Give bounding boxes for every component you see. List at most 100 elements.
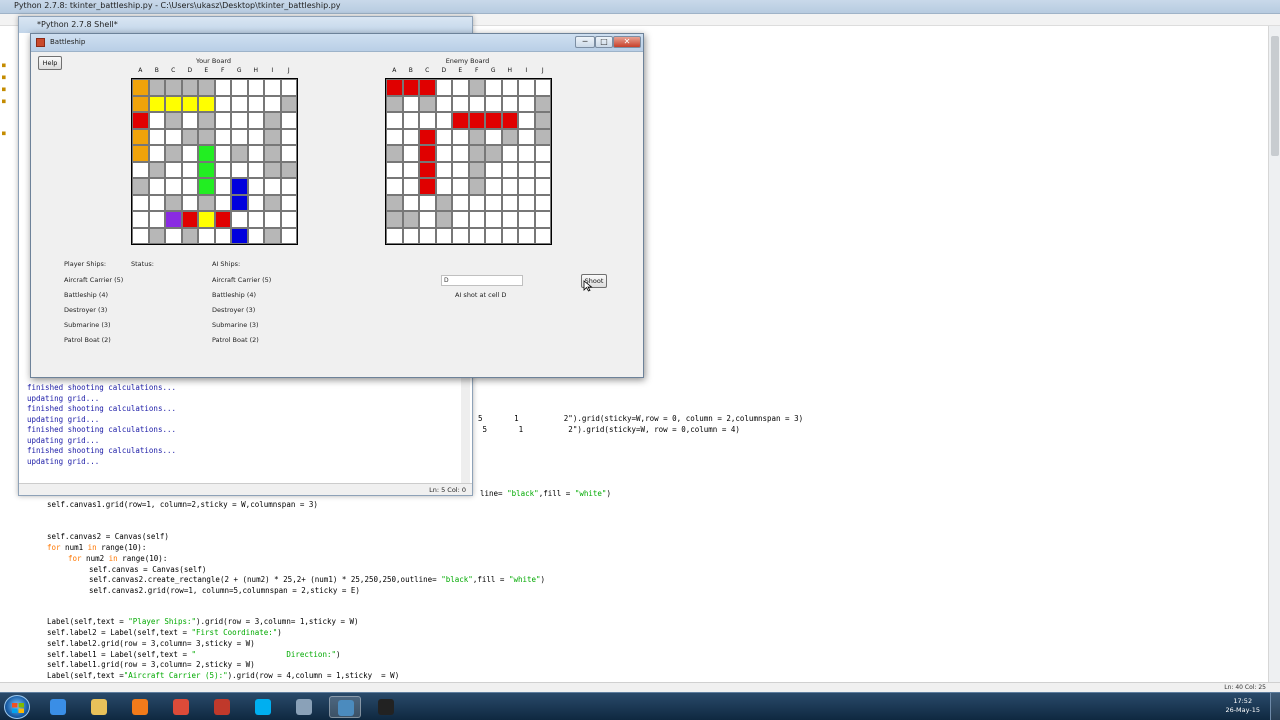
board-cell-c7[interactable] [419, 178, 436, 195]
board-cell-d6[interactable] [435, 161, 452, 178]
code-line[interactable]: self.label2.grid(row = 3,column= 3,stick… [47, 639, 255, 648]
board-cell-d3[interactable] [435, 112, 452, 129]
board-cell-f10[interactable] [468, 227, 485, 244]
board-cell-b7[interactable] [402, 178, 419, 195]
maximize-button[interactable]: □ [595, 36, 613, 48]
taskbar-button[interactable] [42, 696, 74, 718]
board-cell-j6[interactable] [534, 161, 551, 178]
board-cell-b1[interactable] [402, 79, 419, 96]
editor-titlebar[interactable]: Python 2.7.8: tkinter_battleship.py - C:… [0, 0, 1280, 14]
board-cell-a2[interactable] [386, 95, 403, 112]
board-cell-h10[interactable] [501, 227, 518, 244]
board-cell-h7[interactable] [501, 178, 518, 195]
board-cell-g10[interactable] [485, 227, 502, 244]
code-line[interactable]: self.label1 = Label(self,text = " Direct… [47, 650, 341, 659]
shell-titlebar[interactable]: *Python 2.7.8 Shell* [19, 17, 472, 33]
board-cell-g3[interactable] [485, 112, 502, 129]
board-cell-a8[interactable] [386, 194, 403, 211]
code-fragment[interactable]: line= "black",fill = "white") [480, 489, 611, 498]
board-cell-a7[interactable] [386, 178, 403, 195]
board-cell-f3[interactable] [468, 112, 485, 129]
board-cell-i6[interactable] [518, 161, 535, 178]
board-cell-d10[interactable] [435, 227, 452, 244]
board-cell-i8[interactable] [518, 194, 535, 211]
board-cell-f9[interactable] [468, 211, 485, 228]
taskbar-button[interactable] [288, 696, 320, 718]
board-cell-a6[interactable] [386, 161, 403, 178]
board-cell-h8[interactable] [501, 194, 518, 211]
enemy-board-grid[interactable] [385, 78, 552, 245]
board-cell-i10[interactable] [518, 227, 535, 244]
board-cell-e4[interactable] [452, 128, 469, 145]
board-cell-j1[interactable] [534, 79, 551, 96]
board-cell-h1[interactable] [501, 79, 518, 96]
board-cell-f7[interactable] [468, 178, 485, 195]
code-line[interactable]: 5 1 2").grid(sticky=W,row = 0, column = … [478, 414, 803, 423]
board-cell-e8[interactable] [452, 194, 469, 211]
board-cell-j4[interactable] [534, 128, 551, 145]
board-cell-a5[interactable] [386, 145, 403, 162]
board-cell-c1[interactable] [419, 79, 436, 96]
board-cell-j3[interactable] [534, 112, 551, 129]
board-cell-g4[interactable] [485, 128, 502, 145]
board-cell-d2[interactable] [435, 95, 452, 112]
board-cell-h5[interactable] [501, 145, 518, 162]
board-cell-f8[interactable] [468, 194, 485, 211]
code-line[interactable]: for num1 in range(10): [47, 543, 146, 552]
taskbar-button[interactable] [83, 696, 115, 718]
code-line[interactable]: for num2 in range(10): [68, 554, 167, 563]
board-cell-j5[interactable] [534, 145, 551, 162]
board-cell-g2[interactable] [485, 95, 502, 112]
board-cell-f4[interactable] [468, 128, 485, 145]
board-cell-g8[interactable] [485, 194, 502, 211]
code-line[interactable]: self.label2 = Label(self,text = "First C… [47, 628, 282, 637]
board-cell-d5[interactable] [435, 145, 452, 162]
board-cell-f6[interactable] [468, 161, 485, 178]
code-line[interactable]: Label(self,text ="Aircraft Carrier (5):"… [47, 671, 399, 680]
board-cell-e5[interactable] [452, 145, 469, 162]
board-cell-a4[interactable] [386, 128, 403, 145]
board-cell-c3[interactable] [419, 112, 436, 129]
board-cell-c10[interactable] [419, 227, 436, 244]
taskbar-button[interactable] [124, 696, 156, 718]
board-cell-e1[interactable] [452, 79, 469, 96]
board-cell-d8[interactable] [435, 194, 452, 211]
coordinate-input[interactable]: D [441, 275, 523, 286]
board-cell-i5[interactable] [518, 145, 535, 162]
start-button[interactable] [4, 695, 30, 719]
board-cell-e2[interactable] [452, 95, 469, 112]
board-cell-j8[interactable] [534, 194, 551, 211]
board-cell-g5[interactable] [485, 145, 502, 162]
board-cell-c4[interactable] [419, 128, 436, 145]
board-cell-i2[interactable] [518, 95, 535, 112]
board-cell-f1[interactable] [468, 79, 485, 96]
code-line[interactable]: self.canvas2.grid(row=1, column=5,column… [89, 586, 360, 595]
board-cell-d1[interactable] [435, 79, 452, 96]
board-cell-b9[interactable] [402, 211, 419, 228]
taskbar-button[interactable] [165, 696, 197, 718]
board-cell-d9[interactable] [435, 211, 452, 228]
board-cell-h2[interactable] [501, 95, 518, 112]
taskbar-button[interactable] [206, 696, 238, 718]
taskbar-button[interactable] [370, 696, 402, 718]
board-cell-c8[interactable] [419, 194, 436, 211]
board-cell-h3[interactable] [501, 112, 518, 129]
code-line[interactable]: self.canvas = Canvas(self) [89, 565, 206, 574]
board-cell-i3[interactable] [518, 112, 535, 129]
close-button[interactable]: ✕ [613, 36, 641, 48]
code-line[interactable]: self.canvas2.create_rectangle(2 + (num2)… [89, 575, 545, 584]
code-line[interactable]: Label(self,text = "Player Ships:").grid(… [47, 617, 359, 626]
board-cell-e6[interactable] [452, 161, 469, 178]
board-cell-d7[interactable] [435, 178, 452, 195]
board-cell-b4[interactable] [402, 128, 419, 145]
board-cell-j2[interactable] [534, 95, 551, 112]
board-cell-e10[interactable] [452, 227, 469, 244]
board-cell-h6[interactable] [501, 161, 518, 178]
minimize-button[interactable]: ─ [575, 36, 595, 48]
board-cell-c6[interactable] [419, 161, 436, 178]
help-button[interactable]: Help [38, 56, 62, 70]
board-cell-g1[interactable] [485, 79, 502, 96]
board-cell-b8[interactable] [402, 194, 419, 211]
code-line[interactable]: 5 1 2").grid(sticky=W, row = 0,column = … [478, 425, 740, 434]
board-cell-e9[interactable] [452, 211, 469, 228]
